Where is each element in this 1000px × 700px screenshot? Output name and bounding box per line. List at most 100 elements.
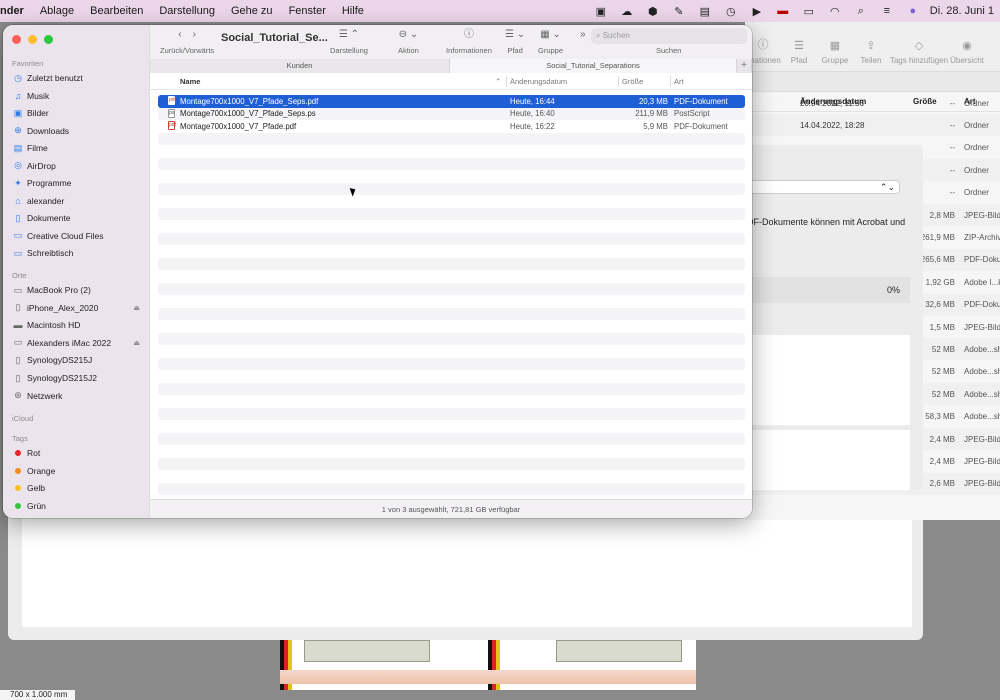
sidebar-tag[interactable]: Grün [12,498,144,514]
bg-file-date: 14.04.2022, 18:28 [800,120,865,130]
wifi-icon[interactable]: ◠ [822,5,848,18]
file-row[interactable]: pdf Montage700x1000_V7_Pfade_Seps.pdf Heut… [158,95,745,108]
new-tab-button[interactable]: + [737,59,752,73]
sidebar-item[interactable]: ◷ Zuletzt benutzt [12,70,144,86]
sidebar-item[interactable]: ◎ AirDrop [12,158,144,174]
bg-path-button[interactable]: ☰ Pfad [781,39,817,65]
flag-icon[interactable]: ▬ [770,5,796,17]
chevron-left-icon[interactable]: ‹ [178,29,181,40]
empty-row [158,207,745,220]
cube-icon[interactable]: ⬢ [640,5,666,18]
sidebar-item[interactable]: ⌂ alexander [12,193,144,209]
menu-ablage[interactable]: Ablage [32,5,82,17]
sidebar-item[interactable]: ✦ Programme [12,175,144,191]
empty-row [158,470,745,483]
file-date: Heute, 16:40 [510,109,555,118]
sidebar-item[interactable]: ⊛ Netzwerk [12,388,144,404]
sidebar-item[interactable]: ▯ Dokumente [12,210,144,226]
bbedit-icon[interactable]: ▣ [588,5,614,18]
edit-icon[interactable]: ✎ [666,5,692,18]
sidebar-item[interactable]: ▭ Schreibtisch [12,245,144,261]
creative-cloud-icon[interactable]: ☁ [614,5,640,18]
sidebar-tag[interactable]: Gelb [12,480,144,496]
path-button[interactable]: ☰ ⌄ Pfad [505,28,525,55]
empty-row [158,295,745,308]
sidebar-item[interactable]: ▤ Filme [12,140,144,156]
minimize-button[interactable] [28,35,37,44]
file-row[interactable]: pdf Montage700x1000_V7_Pfade.pdf Heute, 16… [158,120,745,133]
bg-file-row[interactable]: 20.04.2022, 11:56 -- Ordner [745,92,1000,114]
background-toolbar: ⓘ rmationen ☰ Pfad ▦ Gruppe ⇪ Teilen ◇ Tags h… [745,22,1000,72]
sidebar-item[interactable]: ⊕ Downloads [12,123,144,139]
bg-file-size: -- [949,98,955,108]
column-name[interactable]: Name [180,77,200,86]
sidebar-item[interactable]: ▭ Alexanders iMac 2022 ⏏ [12,335,144,351]
sidebar-item[interactable]: ▯ iPhone_Alex_2020 ⏏ [12,300,144,316]
server-icon: ▯ [15,372,21,383]
control-center-icon[interactable]: ≡ [874,5,900,17]
bg-file-kind: Adobe...sh [964,344,1000,354]
monitor-icon[interactable]: ▤ [692,5,718,18]
empty-row [158,270,745,283]
sidebar-item-label: iPhone_Alex_2020 [27,302,99,313]
more-button[interactable]: » [580,28,586,41]
sidebar-item[interactable]: ▣ Bilder [12,105,144,121]
preset-select[interactable]: ⌃⌄ [745,180,900,194]
play-icon[interactable]: ▶ [744,5,770,18]
eject-icon[interactable]: ⏏ [133,304,140,312]
section-icloud[interactable]: iCloud [12,414,33,423]
bg-file-kind: JPEG-Bild [964,322,1000,332]
menu-hilfe[interactable]: Hilfe [334,5,372,17]
bg-file-kind: ZIP-Archiv [964,232,1000,242]
tab-social-tutorial-separations[interactable]: Social_Tutorial_Separations [450,59,737,73]
close-button[interactable] [12,35,21,44]
column-kind[interactable]: Art [674,77,684,86]
finder-window[interactable]: Favoriten ◷ Zuletzt benutzt ♫ Musik ▣ Bilder ⊕… [3,25,752,518]
bg-quicklook-button[interactable]: ◉ Übersicht [949,39,985,65]
sort-chevron-icon[interactable]: ⌃ [495,77,501,86]
chevron-right-icon[interactable]: › [193,29,196,40]
sidebar-item[interactable]: ▯ SynologyDS215J2 [12,370,144,386]
sidebar-item[interactable]: ♫ Musik [12,88,144,104]
sidebar-item[interactable]: ▯ SynologyDS215J [12,352,144,368]
back-forward-control[interactable]: ‹ › Zurück/Vorwärts [160,28,214,55]
file-name: Montage700x1000_V7_Pfade.pdf [180,121,297,131]
search-icon[interactable]: ⌕ [848,5,874,18]
column-header: Name ⌃ Änderungsdatum Größe Art [150,73,752,90]
menu-darstellung[interactable]: Darstellung [151,5,223,17]
action-button[interactable]: ⊖ ⌄ Aktion [398,28,419,55]
group-button[interactable]: ▦ ⌄ Gruppe [538,28,563,55]
battery-icon[interactable]: ▭ [796,5,822,18]
file-row[interactable]: ps Montage700x1000_V7_Pfade_Seps.ps Heute,… [158,107,745,120]
menu-gehe-zu[interactable]: Gehe zu [223,5,281,17]
eject-icon[interactable]: ⏏ [133,339,140,347]
bg-file-row[interactable]: 14.04.2022, 18:28 -- Ordner [745,114,1000,137]
column-size[interactable]: Größe [622,77,643,86]
empty-row [158,345,745,358]
info-button[interactable]: ⓘ Informationen [446,28,492,55]
tab-kunden[interactable]: Kunden [150,59,450,73]
sidebar-tag[interactable]: Rot [12,445,144,461]
time-machine-icon[interactable]: ◷ [718,5,744,18]
bg-share-button[interactable]: ⇪ Teilen [853,39,889,65]
column-date[interactable]: Änderungsdatum [510,77,567,86]
siri-icon[interactable]: ● [900,5,926,17]
zoom-button[interactable] [44,35,53,44]
menu-fenster[interactable]: Fenster [281,5,334,17]
bg-tags-button[interactable]: ◇ Tags hinzufügen [889,39,949,65]
sidebar-item[interactable]: ▭ MacBook Pro (2) [12,282,144,298]
menubar-clock[interactable]: Di. 28. Juni 1 [926,5,1000,17]
sidebar-tag-label: Grün [27,500,46,511]
sidebar-item[interactable]: ▬ Macintosh HD [12,317,144,333]
search-input[interactable]: Suchen [603,31,630,40]
sidebar-item-label: MacBook Pro (2) [27,285,91,295]
bg-file-kind: JPEG-Bild [964,456,1000,466]
view-button[interactable]: ☰ ⌃ Darstellung [330,28,368,55]
pdf-icon: pdf [168,96,176,105]
bg-group-button[interactable]: ▦ Gruppe [817,39,853,65]
menu-app[interactable]: nder [0,5,32,17]
sidebar-item[interactable]: ▭ Creative Cloud Files [12,228,144,244]
bg-file-kind: Ordner [964,188,989,198]
menu-bearbeiten[interactable]: Bearbeiten [82,5,151,17]
sidebar-tag[interactable]: Orange [12,463,144,479]
